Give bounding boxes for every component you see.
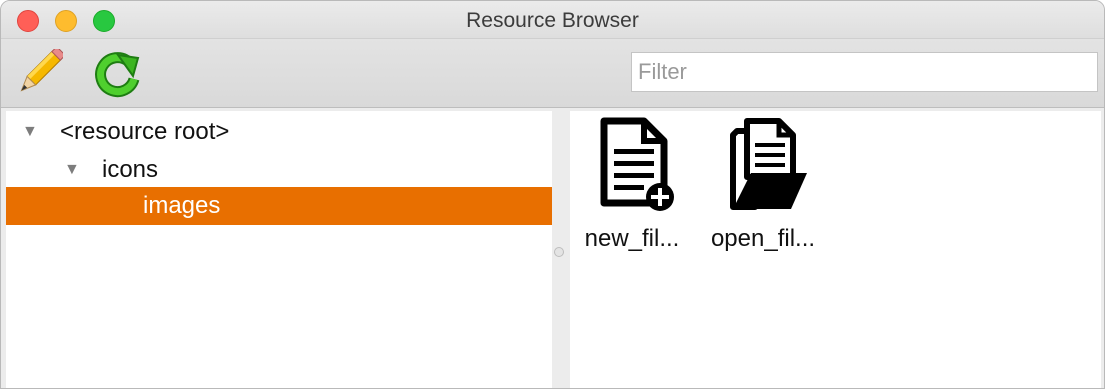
resource-browser-window: Resource Browser ▼ <box>0 0 1105 389</box>
filter-input[interactable] <box>631 52 1098 92</box>
file-label: new_fil... <box>584 225 680 252</box>
title-bar: Resource Browser <box>1 1 1104 39</box>
tree-item-images[interactable]: images <box>6 187 552 225</box>
expanded-arrow-icon[interactable]: ▼ <box>64 151 80 189</box>
tree-item-label: images <box>143 192 221 219</box>
file-grid: new_fil... open_fil... <box>570 111 1101 388</box>
pencil-icon <box>20 46 66 92</box>
resource-tree: ▼ <resource root> ▼ icons images <box>6 111 552 388</box>
expanded-arrow-icon[interactable]: ▼ <box>22 113 38 151</box>
new-file-icon <box>600 117 674 211</box>
window-title: Resource Browser <box>466 9 639 32</box>
open-file-icon <box>730 118 807 210</box>
tree-item-icons[interactable]: ▼ icons <box>6 151 552 189</box>
file-item-new-file[interactable]: new_fil... <box>572 117 692 257</box>
file-label: open_fil... <box>710 225 816 252</box>
tree-item-label: <resource root> <box>60 118 230 145</box>
refresh-icon <box>95 52 140 98</box>
refresh-button[interactable] <box>91 49 143 101</box>
edit-button[interactable] <box>11 46 66 101</box>
tree-item-label: icons <box>102 156 159 183</box>
tree-item-resource-root[interactable]: ▼ <resource root> <box>6 113 552 151</box>
toolbar <box>1 39 1104 108</box>
splitter-handle[interactable] <box>554 247 564 257</box>
file-item-open-file[interactable]: open_fil... <box>703 117 823 257</box>
